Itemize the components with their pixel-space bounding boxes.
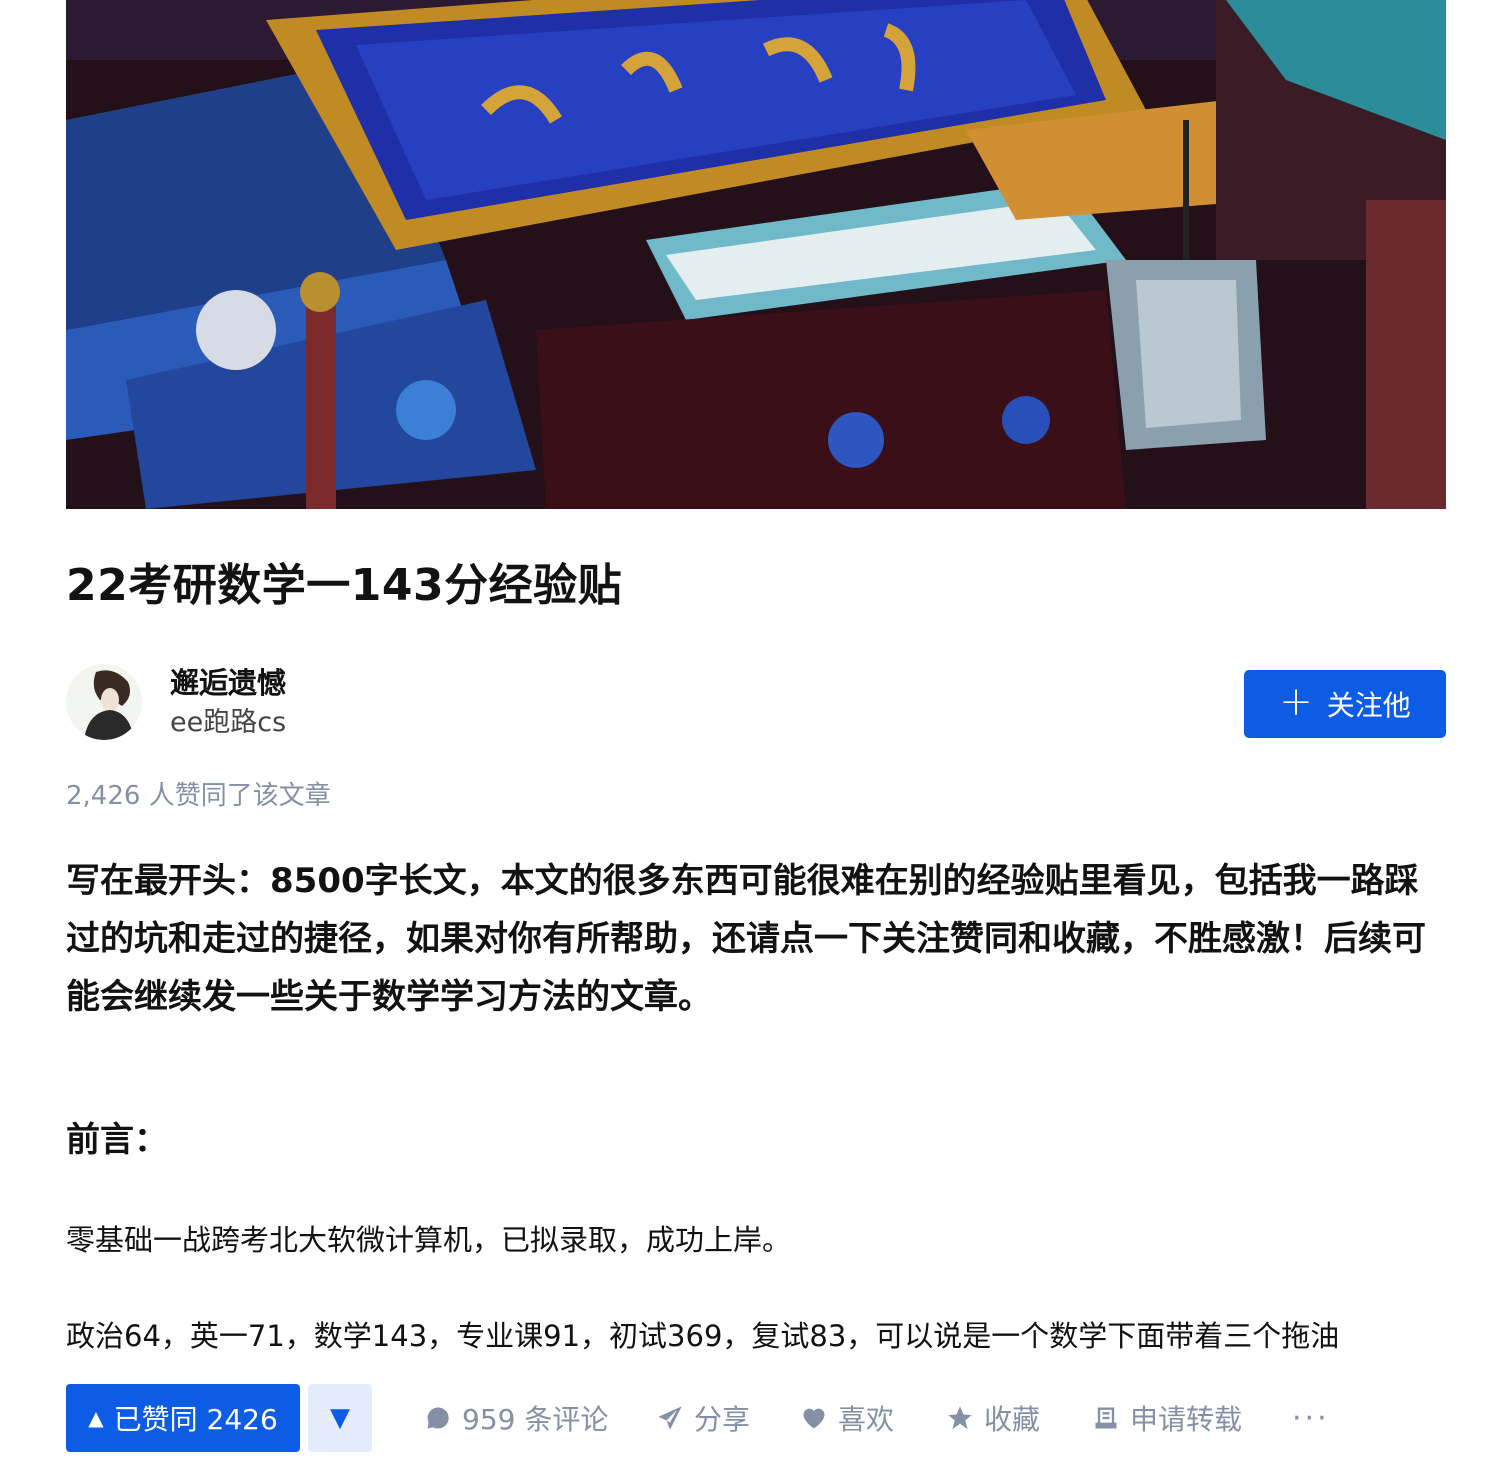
- article-intro: 写在最开头：8500字长文，本文的很多东西可能很难在别的经验贴里看见，包括我一路…: [66, 861, 1426, 1017]
- triangle-up-icon: ▲: [88, 1406, 104, 1430]
- like-button[interactable]: 喜欢: [800, 1384, 894, 1452]
- comments-button[interactable]: 959 条评论: [424, 1384, 608, 1452]
- author-name[interactable]: 邂逅遗憾: [170, 664, 286, 702]
- approvers-count[interactable]: 2,426 人赞同了该文章: [66, 778, 331, 814]
- author-avatar[interactable]: [66, 664, 142, 740]
- paragraph: 零基础一战跨考北大软微计算机，已拟录取，成功上岸。: [66, 1223, 792, 1257]
- action-bar: ▲ 已赞同 2426 ▼ 959 条评论 分享 喜欢 收藏 申请转载 ···: [66, 1384, 1446, 1452]
- comment-icon: [427, 1407, 449, 1429]
- paper-plane-icon: [658, 1406, 682, 1430]
- heart-icon: [803, 1408, 825, 1429]
- more-options-button[interactable]: ···: [1292, 1384, 1330, 1452]
- share-label: 分享: [694, 1403, 751, 1436]
- collect-label: 收藏: [984, 1403, 1041, 1436]
- paragraph: 政治64，英一71，数学143，专业课91，初试369，复试83，可以说是一个数…: [66, 1319, 1340, 1353]
- plus-icon: +: [1279, 679, 1313, 725]
- vote-up-label: 已赞同 2426: [113, 1403, 278, 1436]
- preface-heading: 前言：: [66, 1120, 168, 1160]
- triangle-down-icon: ▼: [330, 1403, 350, 1433]
- follow-button[interactable]: + 关注他: [1244, 670, 1446, 738]
- repost-button[interactable]: 申请转载: [1092, 1384, 1242, 1452]
- repost-label: 申请转载: [1130, 1403, 1243, 1436]
- star-icon: [948, 1406, 972, 1430]
- collect-button[interactable]: 收藏: [946, 1384, 1040, 1452]
- follow-button-label: 关注他: [1326, 689, 1411, 722]
- like-label: 喜欢: [838, 1403, 895, 1436]
- article-cover-image: [66, 0, 1446, 509]
- vote-down-button[interactable]: ▼: [308, 1384, 372, 1452]
- article-title: 22考研数学一143分经验贴: [66, 560, 623, 611]
- ellipsis-icon: ···: [1292, 1400, 1330, 1436]
- document-icon: [1095, 1407, 1117, 1429]
- author-info: 邂逅遗憾 ee跑路cs + 关注他: [66, 662, 1446, 742]
- share-button[interactable]: 分享: [656, 1384, 750, 1452]
- comments-label: 959 条评论: [462, 1403, 609, 1436]
- cover-photo: [66, 0, 1446, 509]
- author-bio: ee跑路cs: [170, 707, 287, 738]
- vote-up-button[interactable]: ▲ 已赞同 2426: [66, 1384, 300, 1452]
